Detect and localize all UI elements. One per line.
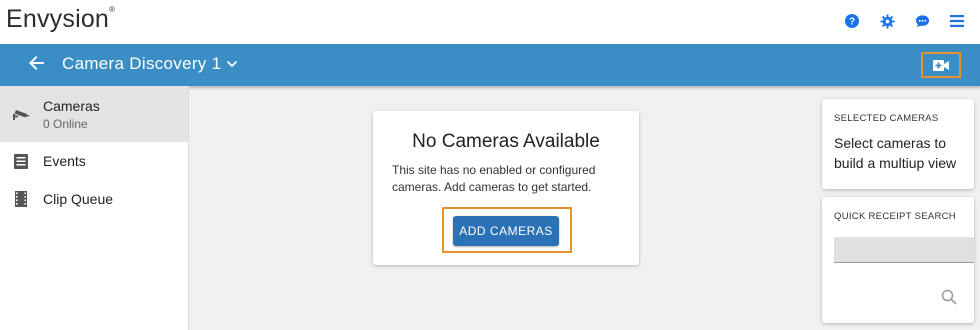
chevron-down-icon [227, 60, 238, 68]
video-add-icon [933, 59, 949, 71]
sidebar-item-events[interactable]: Events [0, 142, 188, 180]
help-icon[interactable]: ? [843, 12, 861, 30]
add-video-button[interactable] [921, 52, 961, 78]
settings-icon[interactable] [878, 12, 896, 30]
site-navbar: Camera Discovery 1 [0, 44, 980, 86]
panel-heading: SELECTED CAMERAS [834, 113, 939, 124]
sidebar: Cameras 0 Online Events Clip Queue [0, 86, 189, 330]
no-cameras-card: No Cameras Available This site has no en… [373, 111, 639, 265]
chat-icon[interactable] [913, 12, 931, 30]
film-icon [12, 190, 30, 208]
panel-heading: QUICK RECEIPT SEARCH [834, 211, 956, 222]
sidebar-item-clip-queue[interactable]: Clip Queue [0, 180, 188, 218]
back-arrow-icon[interactable] [29, 55, 47, 73]
quick-receipt-panel: QUICK RECEIPT SEARCH [822, 197, 974, 323]
receipt-search-input[interactable] [834, 237, 974, 263]
selected-cameras-panel: SELECTED CAMERAS Select cameras to build… [822, 99, 974, 189]
sidebar-item-label: Events [43, 153, 86, 169]
panel-body-text: Select cameras to build a multiup view [834, 135, 957, 171]
add-cameras-button[interactable]: ADD CAMERAS [453, 216, 559, 246]
top-header: Envysion® ? [0, 0, 980, 44]
svg-text:?: ? [849, 17, 855, 28]
sidebar-item-label: Clip Queue [43, 191, 114, 207]
sidebar-item-cameras[interactable]: Cameras 0 Online [0, 86, 188, 142]
site-title: Camera Discovery 1 [62, 54, 222, 73]
online-count: 0 Online [43, 116, 88, 131]
sidebar-item-label: Cameras [43, 97, 100, 114]
empty-state-title: No Cameras Available [412, 131, 600, 152]
app-logo[interactable]: Envysion® [6, 5, 115, 34]
header-icons: ? [843, 12, 966, 30]
menu-icon[interactable] [948, 12, 966, 30]
site-selector[interactable]: Camera Discovery 1 [62, 54, 239, 74]
empty-state-message: This site has no enabled or configured c… [392, 163, 596, 194]
cctv-camera-icon [12, 105, 30, 123]
search-icon[interactable] [941, 289, 957, 305]
list-icon [12, 152, 30, 170]
